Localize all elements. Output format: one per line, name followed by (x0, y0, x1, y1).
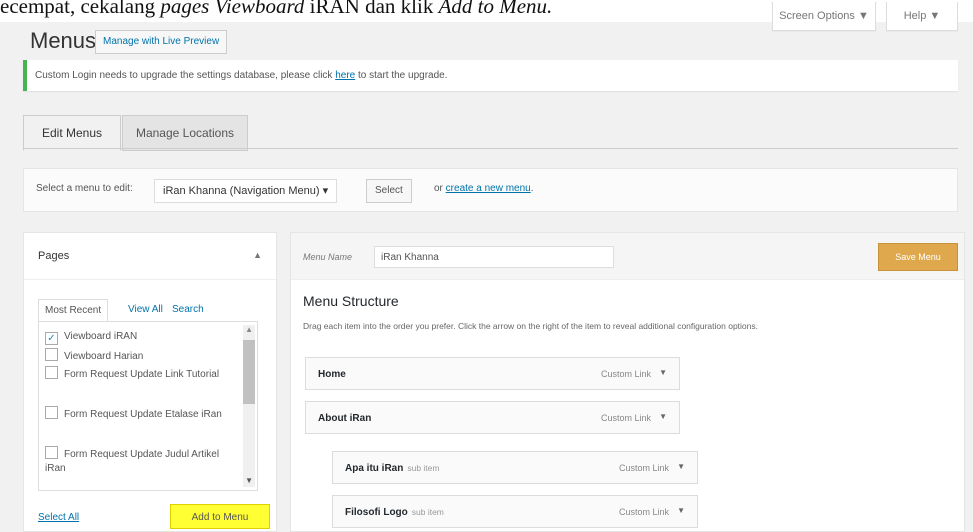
menu-select-bar: Select a menu to edit: iRan Khanna (Navi… (23, 168, 958, 212)
tab-divider (23, 148, 958, 149)
list-item[interactable]: Form Request Update Link Tutorial (45, 366, 235, 382)
save-menu-button[interactable]: Save Menu (878, 243, 958, 271)
menu-editor-panel: Menu Name iRan Khanna Save Menu Menu Str… (290, 232, 965, 532)
menu-name-label: Menu Name (303, 252, 353, 262)
tab-edit-menus[interactable]: Edit Menus (23, 115, 121, 151)
menu-item-title: Home (318, 369, 346, 380)
list-item[interactable]: Viewboard Harian (45, 348, 235, 364)
checkbox-icon[interactable] (45, 348, 58, 361)
menu-name-bar: Menu Name iRan Khanna Save Menu (291, 233, 964, 280)
live-preview-button[interactable]: Manage with Live Preview (95, 30, 228, 54)
sub-item-label: sub item (407, 463, 440, 473)
scroll-down-icon[interactable]: ▼ (245, 476, 253, 485)
menu-item-apa-itu[interactable]: Apa itu iRan sub item Custom Link ▼ (332, 451, 698, 484)
menu-name-input[interactable]: iRan Khanna (374, 246, 614, 268)
pages-panel-header[interactable]: Pages ▲ (24, 233, 276, 280)
menu-item-home[interactable]: Home Custom Link ▼ (305, 357, 680, 390)
menu-structure-title: Menu Structure (303, 293, 399, 309)
menu-item-type: Custom Link (600, 413, 651, 423)
sub-item-label: sub item (411, 507, 444, 517)
list-item[interactable]: Form Request Update Etalase iRan (45, 406, 235, 422)
select-button[interactable]: Select (366, 179, 412, 203)
checkbox-icon[interactable] (45, 366, 58, 379)
create-menu-text: or create a new menu. (434, 183, 534, 194)
menu-dropdown[interactable]: iRan Khanna (Navigation Menu) ▾ (154, 179, 338, 203)
expand-arrow-icon[interactable]: ▼ (677, 506, 685, 515)
checkbox-icon[interactable] (45, 446, 58, 459)
menu-item-type: Custom Link (600, 369, 651, 379)
add-to-menu-button[interactable]: Add to Menu (170, 504, 270, 529)
menu-item-type: Custom Link (618, 507, 669, 517)
list-item[interactable]: Form Request Update Judul Artikel iRan (45, 446, 235, 476)
subtab-search[interactable]: Search (172, 299, 204, 321)
list-item[interactable]: ✓ Viewboard iRAN (45, 330, 235, 345)
subtab-view-all[interactable]: View All (128, 299, 163, 321)
expand-arrow-icon[interactable]: ▼ (659, 368, 667, 377)
upgrade-notice: Custom Login needs to upgrade the settin… (23, 60, 958, 91)
menu-item-type: Custom Link (618, 463, 669, 473)
menu-item-title: Apa itu iRan sub item (345, 463, 440, 474)
tab-manage-locations[interactable]: Manage Locations (122, 115, 248, 151)
expand-arrow-icon[interactable]: ▼ (659, 412, 667, 421)
menu-item-title: About iRan (318, 413, 372, 424)
checkbox-icon[interactable] (45, 406, 58, 419)
create-new-menu-link[interactable]: create a new menu (446, 183, 531, 194)
list-scroll-thumb[interactable] (243, 340, 255, 404)
menu-item-filosofi-logo[interactable]: Filosofi Logo sub item Custom Link ▼ (332, 495, 698, 528)
scroll-up-icon[interactable]: ▲ (245, 325, 253, 334)
notice-here-link[interactable]: here (335, 70, 355, 81)
menu-item-about[interactable]: About iRan Custom Link ▼ (305, 401, 680, 434)
menu-item-title: Filosofi Logo sub item (345, 507, 444, 518)
menu-select-label: Select a menu to edit: (36, 183, 133, 194)
pages-panel: Pages ▲ Most Recent View All Search ✓ Vie… (23, 232, 277, 532)
menu-structure-description: Drag each item into the order you prefer… (303, 321, 758, 331)
help-button[interactable]: Help ▼ (886, 2, 958, 31)
pages-checklist: ✓ Viewboard iRAN Viewboard Harian Form Re… (38, 321, 258, 491)
screen-options-button[interactable]: Screen Options ▼ (772, 2, 876, 31)
subtab-most-recent[interactable]: Most Recent (38, 299, 109, 323)
pages-panel-title: Pages (38, 250, 70, 262)
collapse-arrow-icon[interactable]: ▲ (253, 250, 262, 260)
page-title: Menus (30, 28, 97, 53)
expand-arrow-icon[interactable]: ▼ (677, 462, 685, 471)
select-all-link[interactable]: Select All (38, 512, 79, 523)
checkbox-checked-icon[interactable]: ✓ (45, 332, 58, 345)
